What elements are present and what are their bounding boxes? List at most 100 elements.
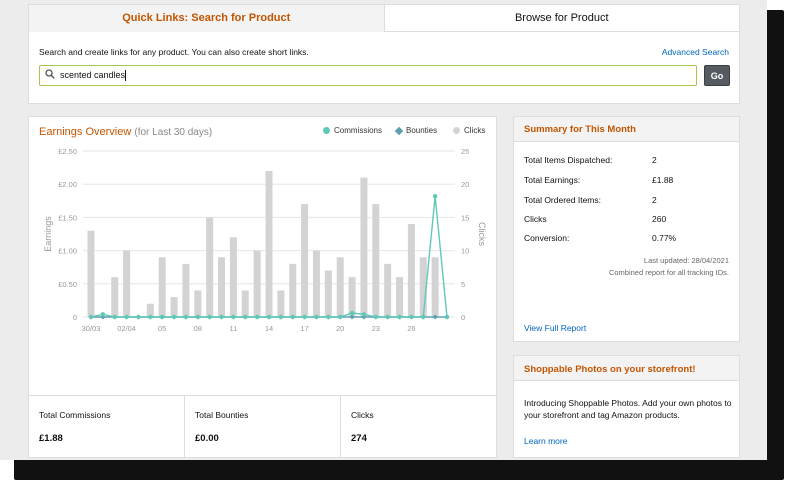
product-search-input[interactable]: scented candles bbox=[39, 65, 697, 86]
earnings-title: Earnings Overview (for Last 30 days) bbox=[39, 126, 212, 138]
commissions-point[interactable] bbox=[183, 314, 189, 320]
x-tick-label: 20 bbox=[336, 324, 344, 333]
commissions-point[interactable] bbox=[160, 314, 165, 320]
clicks-bar[interactable] bbox=[407, 224, 415, 317]
tab-search-for-product[interactable]: Quick Links: Search for Product bbox=[29, 5, 385, 32]
commissions-point[interactable] bbox=[444, 314, 450, 320]
y-axis-title: Earnings bbox=[43, 216, 53, 252]
earnings-chart: £2.50 25 £2.00 20 £1.50 15 £1.00 10 £0.50 5 0 0 Earn… bbox=[43, 147, 487, 333]
clicks-bar[interactable] bbox=[206, 217, 214, 317]
commissions-point[interactable] bbox=[112, 314, 117, 320]
x-tick-label: 26 bbox=[407, 324, 415, 333]
advanced-search-link[interactable]: Advanced Search bbox=[662, 47, 729, 57]
commissions-point[interactable] bbox=[148, 314, 153, 320]
commissions-point[interactable] bbox=[278, 314, 284, 320]
clicks-bar[interactable] bbox=[182, 263, 190, 317]
y2-tick-label: 20 bbox=[461, 180, 469, 189]
summary-label: Total Items Dispatched: bbox=[524, 155, 613, 165]
commissions-point[interactable] bbox=[361, 312, 367, 317]
clicks-bar[interactable] bbox=[229, 237, 237, 317]
clicks-bar[interactable] bbox=[87, 230, 95, 317]
clicks-bar[interactable] bbox=[170, 297, 178, 317]
x-tick-label: 05 bbox=[158, 324, 166, 333]
y-tick-label: £1.00 bbox=[58, 247, 77, 256]
total-commissions-value: £1.88 bbox=[39, 433, 63, 444]
clicks-bar[interactable] bbox=[324, 270, 332, 317]
clicks-bar[interactable] bbox=[312, 250, 320, 317]
y2-tick-label: 5 bbox=[461, 280, 465, 289]
legend-bounties[interactable]: Bounties bbox=[394, 126, 438, 135]
last-updated: Last updated: 28/04/2021 bbox=[643, 256, 729, 265]
clicks-bar[interactable] bbox=[431, 257, 439, 317]
clicks-bar[interactable] bbox=[265, 170, 273, 317]
commissions-point[interactable] bbox=[302, 314, 307, 320]
clicks-bar[interactable] bbox=[218, 257, 226, 317]
summary-value: £1.88 bbox=[652, 175, 674, 185]
commissions-point[interactable] bbox=[219, 314, 224, 320]
clicks-bar[interactable] bbox=[123, 250, 131, 317]
commissions-point[interactable] bbox=[243, 314, 248, 320]
view-full-report-link[interactable]: View Full Report bbox=[524, 323, 586, 333]
x-tick-label: 30/03 bbox=[82, 324, 101, 333]
clicks-bar[interactable] bbox=[241, 290, 249, 317]
commissions-point[interactable] bbox=[207, 314, 212, 320]
quick-links-panel: Quick Links: Search for Product Browse f… bbox=[28, 4, 740, 104]
total-bounties-label: Total Bounties bbox=[195, 410, 249, 420]
clicks-bar[interactable] bbox=[253, 250, 261, 317]
commissions-point[interactable] bbox=[254, 314, 260, 320]
legend-clicks-label: Clicks bbox=[464, 126, 486, 135]
y2-axis-title: Clicks bbox=[477, 222, 487, 246]
text-cursor bbox=[125, 70, 127, 82]
clicks-bar[interactable] bbox=[289, 263, 297, 317]
legend-commissions[interactable]: Commissions bbox=[323, 126, 382, 135]
learn-more-link[interactable]: Learn more bbox=[524, 436, 567, 446]
commissions-point[interactable] bbox=[432, 193, 438, 199]
commissions-point[interactable] bbox=[373, 314, 378, 320]
commissions-point[interactable] bbox=[314, 314, 319, 320]
commissions-point[interactable] bbox=[195, 314, 200, 320]
clicks-bar[interactable] bbox=[194, 290, 202, 317]
clicks-bar[interactable] bbox=[158, 257, 166, 317]
summary-panel: Summary for This Month Total Items Dispa… bbox=[513, 116, 740, 342]
y-tick-label: £2.00 bbox=[58, 180, 77, 189]
shoppable-title: Shoppable Photos on your storefront! bbox=[514, 356, 739, 381]
clicks-bar[interactable] bbox=[336, 257, 344, 317]
summary-value: 260 bbox=[652, 214, 667, 224]
legend-commissions-label: Commissions bbox=[334, 126, 383, 135]
commissions-point[interactable] bbox=[290, 314, 295, 320]
commissions-point[interactable] bbox=[231, 314, 236, 320]
go-button[interactable]: Go bbox=[704, 65, 730, 86]
clicks-bar[interactable] bbox=[384, 263, 392, 317]
tab-browse-for-product[interactable]: Browse for Product bbox=[384, 5, 739, 32]
x-tick-label: 14 bbox=[265, 324, 273, 333]
commissions-point[interactable] bbox=[124, 314, 129, 320]
commissions-point[interactable] bbox=[409, 314, 414, 320]
commissions-point[interactable] bbox=[88, 314, 94, 320]
y2-tick-label: 15 bbox=[461, 213, 469, 222]
summary-value: 2 bbox=[652, 155, 657, 165]
legend-bounties-label: Bounties bbox=[406, 126, 438, 135]
x-tick-label: 08 bbox=[194, 324, 202, 333]
dashboard: Quick Links: Search for Product Browse f… bbox=[0, 0, 767, 460]
commissions-point[interactable] bbox=[385, 314, 390, 320]
clicks-bar[interactable] bbox=[372, 204, 380, 317]
summary-title: Summary for This Month bbox=[514, 117, 739, 142]
commissions-point[interactable] bbox=[136, 314, 141, 320]
commissions-point[interactable] bbox=[100, 312, 106, 317]
legend-clicks[interactable]: Clicks bbox=[453, 126, 485, 135]
clicks-bar[interactable] bbox=[360, 177, 368, 317]
summary-label: Clicks bbox=[524, 214, 547, 224]
commissions-point[interactable] bbox=[397, 314, 402, 320]
clicks-bar[interactable] bbox=[111, 277, 119, 317]
clicks-bar[interactable] bbox=[301, 204, 309, 317]
clicks-bar[interactable] bbox=[396, 277, 404, 317]
x-tick-label: 23 bbox=[372, 324, 380, 333]
clicks-bar[interactable] bbox=[277, 290, 285, 317]
commissions-point[interactable] bbox=[349, 310, 355, 316]
commissions-point[interactable] bbox=[326, 314, 331, 320]
commissions-point[interactable] bbox=[421, 314, 426, 320]
quick-links-description: Search and create links for any product.… bbox=[39, 47, 309, 57]
commissions-point[interactable] bbox=[338, 314, 343, 320]
commissions-point[interactable] bbox=[171, 314, 177, 320]
commissions-point[interactable] bbox=[266, 314, 272, 320]
